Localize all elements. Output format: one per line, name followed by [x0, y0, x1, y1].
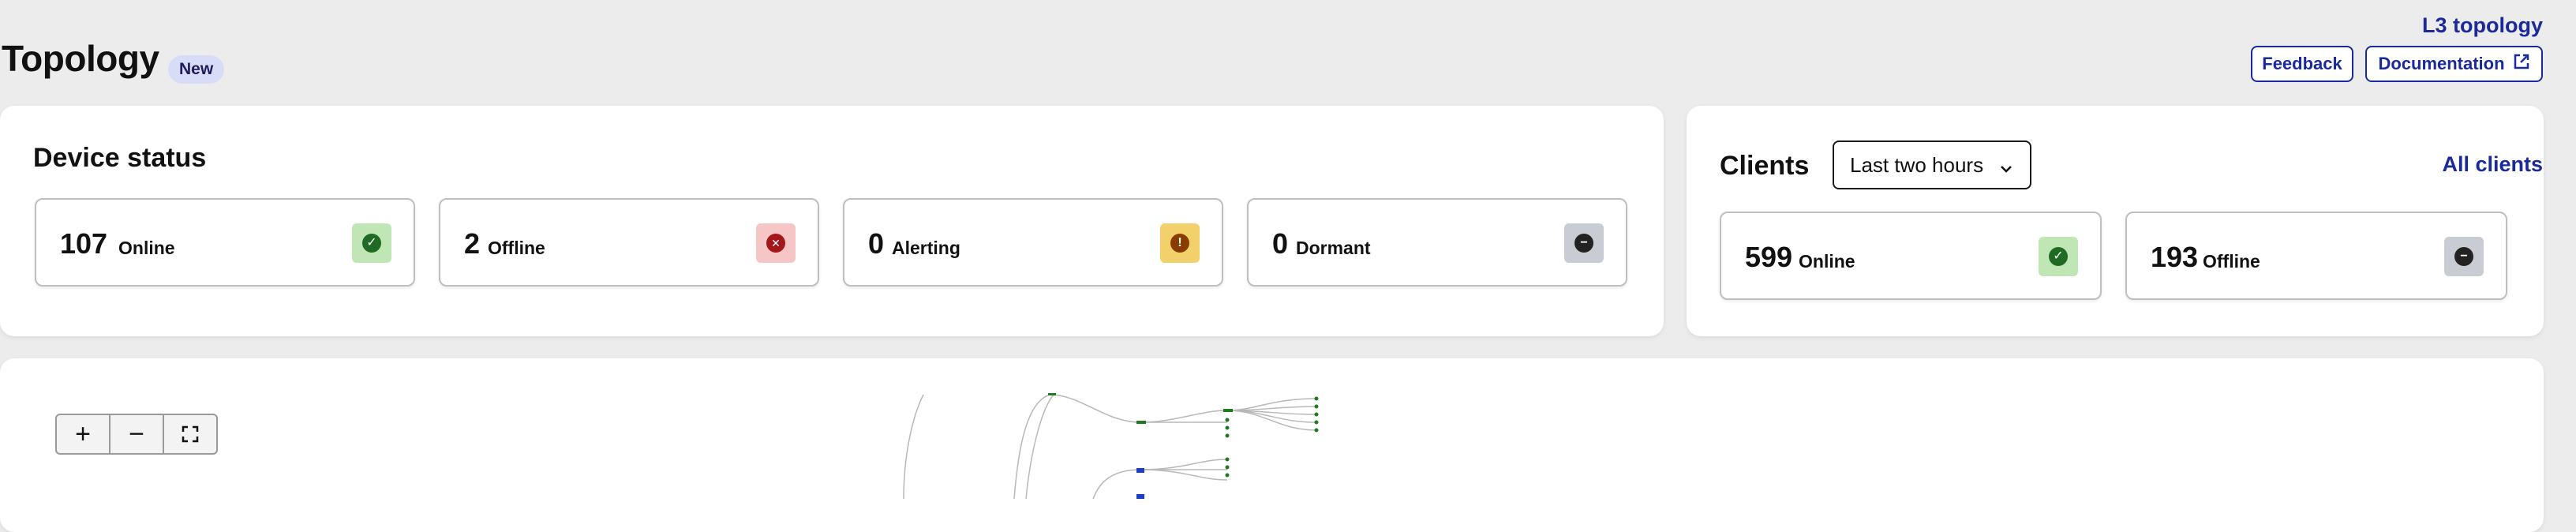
documentation-button[interactable]: Documentation [2365, 46, 2543, 82]
stat-label: Dormant [1296, 238, 1371, 258]
check-circle-icon: ✓ [352, 223, 391, 263]
time-range-value: Last two hours [1850, 152, 1984, 177]
time-range-select[interactable]: Last two hours [1833, 140, 2031, 189]
x-circle-icon: ✕ [756, 223, 796, 263]
stat-label: Offline [488, 238, 545, 258]
external-link-icon [2513, 53, 2530, 75]
device-alerting-tile[interactable]: 0 Alerting ! [843, 198, 1223, 287]
check-circle-icon: ✓ [2039, 237, 2078, 276]
page-title: Topology [2, 38, 159, 79]
new-badge: New [168, 55, 225, 84]
stat-count: 599 [1745, 241, 1793, 273]
feedback-label: Feedback [2262, 54, 2342, 73]
zoom-out-button[interactable]: − [109, 415, 163, 453]
stat-label: Alerting [892, 238, 960, 258]
fullscreen-icon [182, 419, 199, 450]
zoom-in-button[interactable]: + [57, 415, 109, 453]
topology-nodes-blue [1136, 468, 1144, 499]
zoom-controls: + − [55, 414, 218, 455]
alert-circle-icon: ! [1160, 223, 1200, 263]
clients-online-tile[interactable]: 599 Online ✓ [1720, 212, 2102, 300]
fit-screen-button[interactable] [163, 415, 216, 453]
stat-count: 107 [60, 227, 108, 260]
minus-circle-icon: − [2444, 237, 2484, 276]
stat-label: Online [118, 238, 175, 258]
stat-label: Online [1799, 251, 1855, 272]
documentation-label: Documentation [2378, 54, 2505, 73]
clients-offline-tile[interactable]: 193 Offline − [2125, 212, 2507, 300]
l3-topology-link[interactable]: L3 topology [2422, 11, 2543, 39]
device-offline-tile[interactable]: 2 Offline ✕ [439, 198, 819, 287]
clients-title: Clients [1720, 151, 1810, 181]
device-status-title: Device status [33, 143, 207, 173]
stat-count: 2 [464, 227, 481, 260]
feedback-button[interactable]: Feedback [2251, 46, 2353, 82]
all-clients-link[interactable]: All clients [2442, 150, 2543, 178]
device-online-tile[interactable]: 107 Online ✓ [35, 198, 415, 287]
device-dormant-tile[interactable]: 0 Dormant − [1247, 198, 1627, 287]
minus-circle-icon: − [1564, 223, 1604, 263]
chevron-down-icon [1998, 158, 2014, 182]
stat-count: 0 [868, 227, 885, 260]
device-status-card: Device status 107 Online ✓ 2 Offline ✕ 0… [0, 106, 1664, 336]
stat-label: Offline [2203, 251, 2260, 272]
stat-count: 193 [2151, 241, 2199, 273]
topology-graph[interactable] [868, 387, 1357, 499]
clients-card: Clients 599 Online ✓ 193 Offline − [1687, 106, 2544, 336]
topology-links [903, 394, 1317, 499]
stat-count: 0 [1272, 227, 1289, 260]
